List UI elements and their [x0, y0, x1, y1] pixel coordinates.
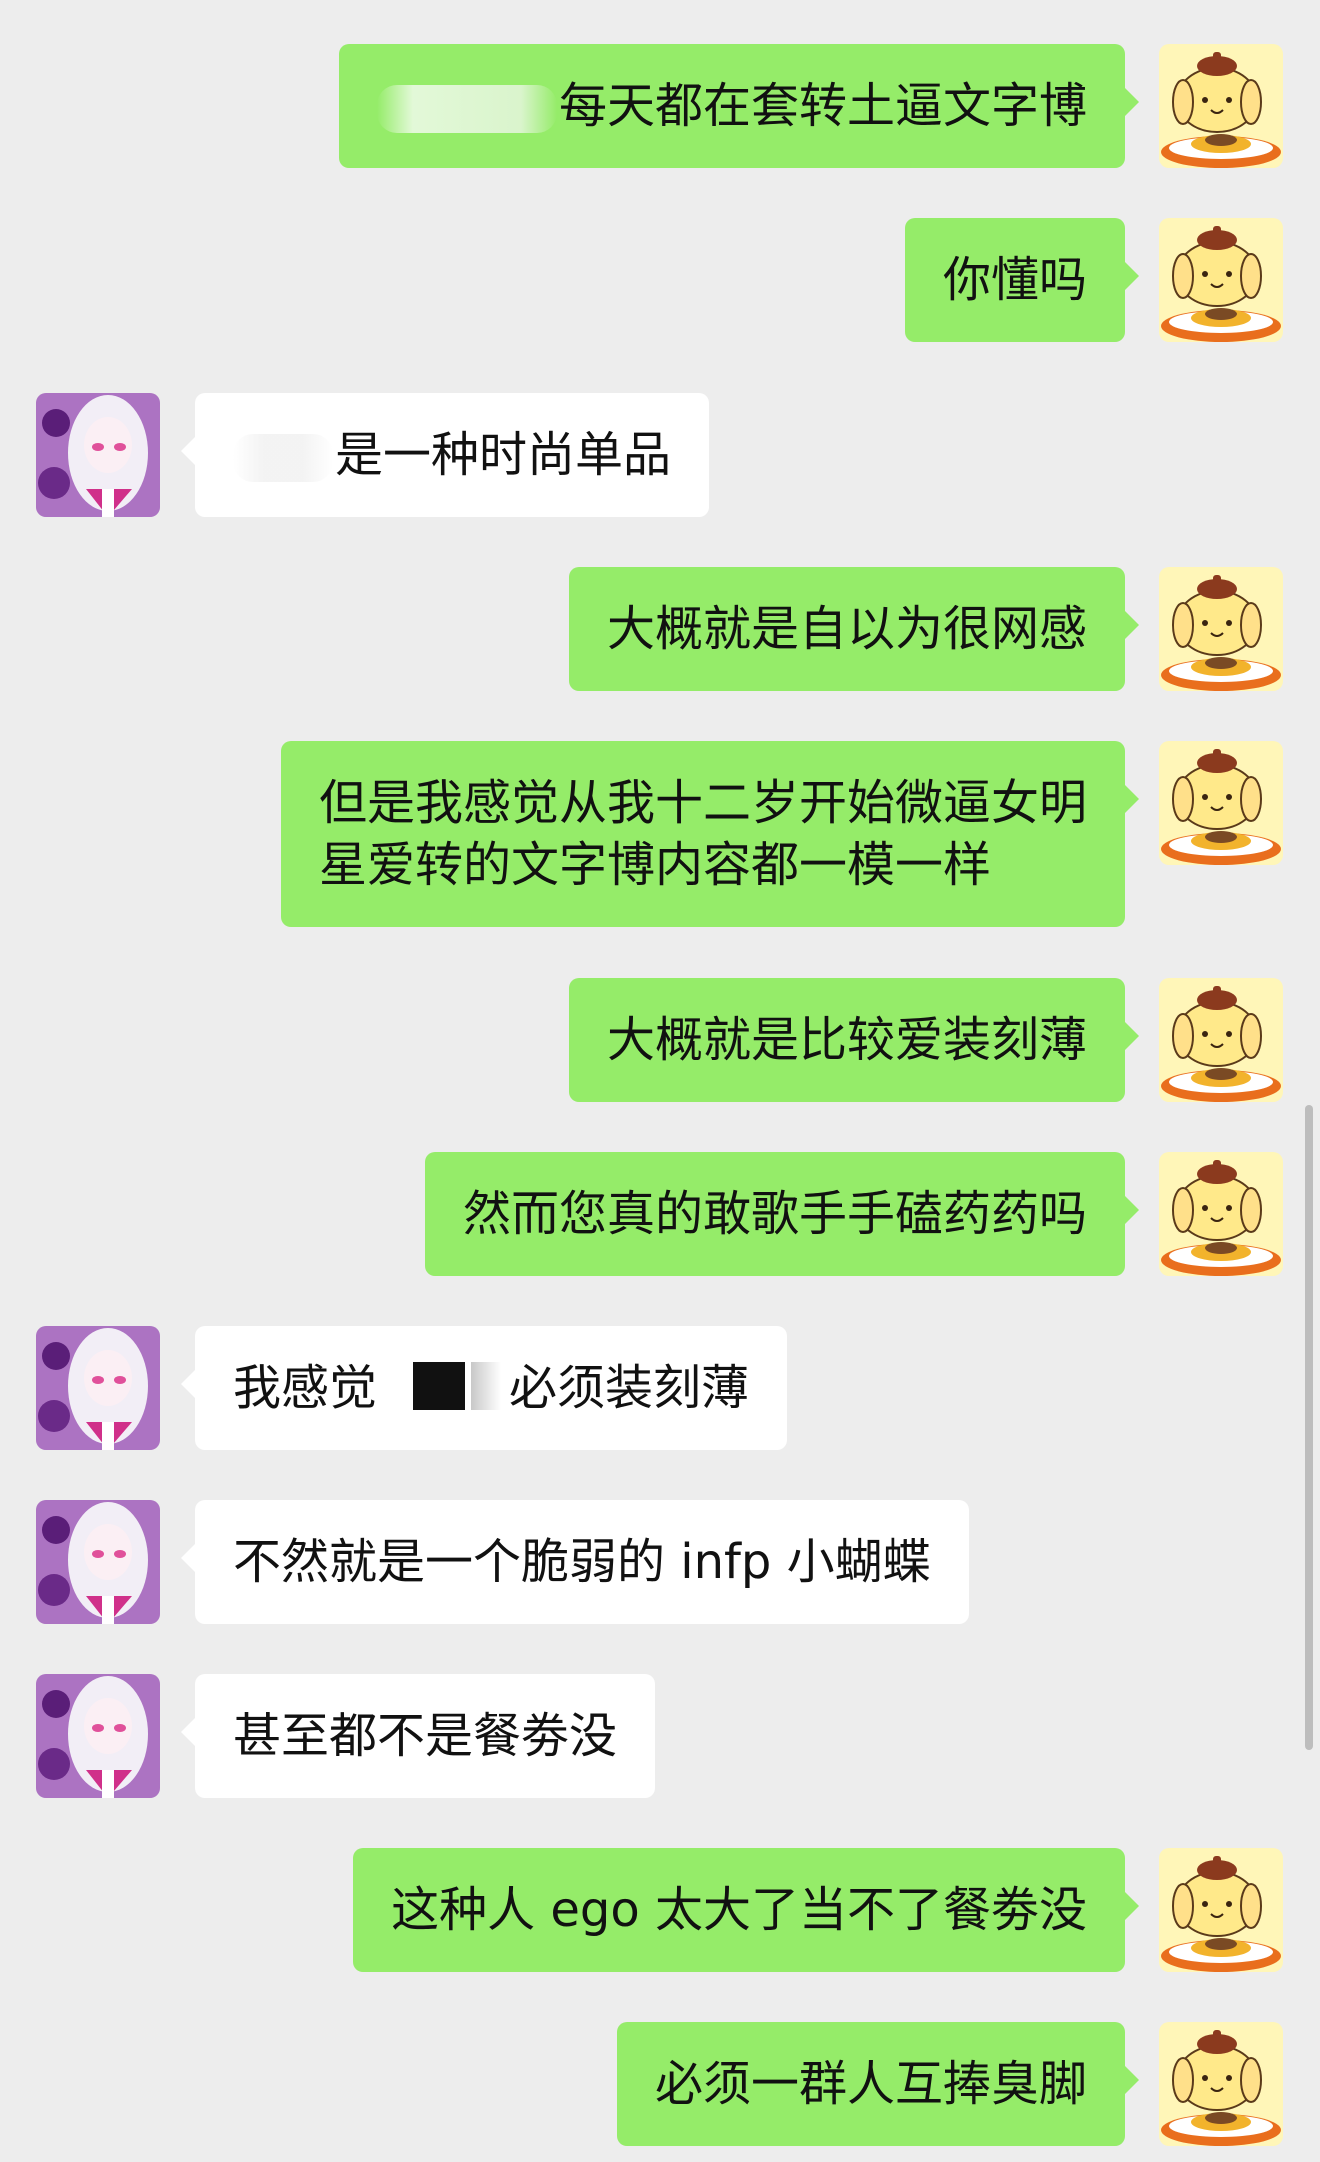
- pompompurin-avatar-icon: [1159, 2022, 1283, 2146]
- pompompurin-avatar-icon: [1159, 978, 1283, 1102]
- message-text: 必须装刻薄: [509, 1360, 750, 1416]
- contact-avatar[interactable]: [36, 393, 160, 517]
- redacted-blur: [376, 85, 557, 133]
- sent-message-bubble[interactable]: 大概就是自以为很网感: [568, 567, 1140, 691]
- message-text: 然而您真的敢歌手手磕药药吗: [462, 1186, 1087, 1242]
- redacted-box: [413, 1362, 466, 1410]
- message-text: 你懂吗: [942, 252, 1087, 308]
- self-avatar[interactable]: [1159, 2022, 1283, 2146]
- self-avatar[interactable]: [1159, 567, 1283, 691]
- message-text: 甚至都不是餐劵没: [233, 1708, 618, 1764]
- chat-scroll-area[interactable]: 每天都在套转土逼文字博 你懂吗 是一种时尚单品 大概就是自以为很网感 但是我感觉…: [0, 0, 1320, 2162]
- scrollbar[interactable]: [1305, 1105, 1313, 1750]
- message-text: 不然就是一个脆弱的 infp 小蝴蝶: [233, 1534, 931, 1590]
- self-avatar[interactable]: [1159, 1152, 1283, 1276]
- received-message-bubble[interactable]: 是一种时尚单品: [180, 393, 710, 517]
- contact-avatar[interactable]: [36, 1674, 160, 1798]
- self-avatar[interactable]: [1159, 44, 1283, 168]
- message-text: 我感觉: [233, 1360, 378, 1416]
- message-text: 每天都在套转土逼文字博: [558, 78, 1087, 134]
- redacted-blur: [471, 1362, 502, 1410]
- sent-message-bubble[interactable]: 然而您真的敢歌手手磕药药吗: [424, 1152, 1140, 1276]
- pompompurin-avatar-icon: [1159, 1152, 1283, 1276]
- anime-girl-avatar-icon: [36, 1500, 160, 1624]
- sent-message-bubble[interactable]: 你懂吗: [904, 218, 1140, 342]
- self-avatar[interactable]: [1159, 218, 1283, 342]
- message-text-line: 但是我感觉从我十二岁开始微逼女明: [318, 775, 1087, 831]
- received-message-bubble[interactable]: 不然就是一个脆弱的 infp 小蝴蝶: [181, 1500, 969, 1624]
- anime-girl-avatar-icon: [36, 393, 160, 517]
- anime-girl-avatar-icon: [36, 1674, 160, 1798]
- pompompurin-avatar-icon: [1159, 741, 1283, 865]
- contact-avatar[interactable]: [36, 1500, 160, 1624]
- anime-girl-avatar-icon: [36, 1326, 160, 1450]
- sent-message-bubble[interactable]: 必须一群人互捧臭脚: [616, 2022, 1140, 2146]
- message-text: 大概就是自以为很网感: [606, 601, 1087, 657]
- pompompurin-avatar-icon: [1159, 567, 1283, 691]
- pompompurin-avatar-icon: [1159, 218, 1283, 342]
- sent-message-bubble[interactable]: 这种人 ego 太大了当不了餐劵没: [353, 1848, 1139, 1972]
- contact-avatar[interactable]: [36, 1326, 160, 1450]
- message-text: 是一种时尚单品: [335, 427, 672, 483]
- pompompurin-avatar-icon: [1159, 1848, 1283, 1972]
- message-text: 这种人 ego 太大了当不了餐劵没: [391, 1882, 1087, 1938]
- sent-message-bubble[interactable]: 但是我感觉从我十二岁开始微逼女明 星爱转的文字博内容都一模一样: [280, 741, 1140, 927]
- redacted-blur: [233, 434, 333, 482]
- self-avatar[interactable]: [1159, 978, 1283, 1102]
- received-message-bubble[interactable]: 我感觉 必须装刻薄: [180, 1326, 788, 1450]
- received-message-bubble[interactable]: 甚至都不是餐劵没: [180, 1674, 656, 1798]
- self-avatar[interactable]: [1159, 741, 1283, 865]
- message-text: 必须一群人互捧臭脚: [654, 2056, 1087, 2112]
- message-text: 大概就是比较爱装刻薄: [606, 1012, 1087, 1068]
- self-avatar[interactable]: [1159, 1848, 1283, 1972]
- sent-message-bubble[interactable]: 大概就是比较爱装刻薄: [568, 978, 1140, 1102]
- message-text-line: 星爱转的文字博内容都一模一样: [318, 837, 991, 893]
- pompompurin-avatar-icon: [1159, 44, 1283, 168]
- sent-message-bubble[interactable]: 每天都在套转土逼文字博: [338, 44, 1140, 168]
